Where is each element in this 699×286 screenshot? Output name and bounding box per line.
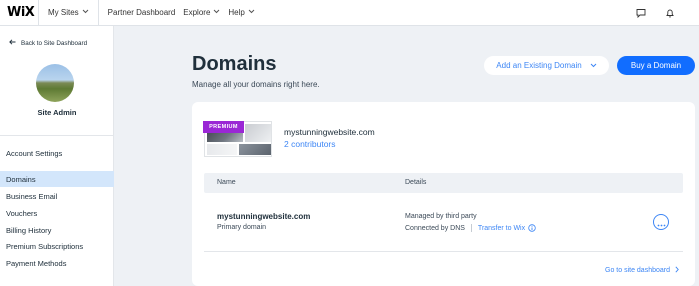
arrow-left-icon [9,39,16,47]
contributors-link[interactable]: 2 contributors [284,139,336,149]
nav-partner-dashboard[interactable]: Partner Dashboard [108,8,176,17]
site-avatar [36,64,74,102]
site-role: Site Admin [37,108,77,117]
top-bar: WiX My Sites Partner Dashboard Explore H… [0,0,699,26]
back-to-dashboard-link[interactable]: Back to Site Dashboard [9,39,87,47]
site-domains-card: PREMIUM mystunningwebsite.com 2 contribu… [192,102,695,286]
domain-managed-status: Managed by third party [405,213,477,220]
nav-explore-label: Explore [183,8,211,17]
sidebar-item-account-settings[interactable]: Account Settings [0,145,114,161]
divider [470,224,472,232]
nav-explore[interactable]: Explore [183,8,220,17]
column-header-details: Details [405,179,427,186]
column-header-name: Name [217,179,236,186]
wix-logo[interactable]: WiX [0,5,38,20]
sidebar-item-domains[interactable]: Domains [0,171,114,187]
sidebar-item-business-email[interactable]: Business Email [0,188,114,204]
nav-help[interactable]: Help [228,8,255,17]
back-label: Back to Site Dashboard [21,39,88,47]
more-actions-button[interactable] [653,214,669,230]
premium-badge: PREMIUM [203,121,244,133]
divider [0,135,114,136]
domain-type: Primary domain [217,224,267,231]
go-to-site-dashboard-label: Go to site dashboard [605,267,670,274]
chevron-down-icon [82,9,89,16]
nav-help-label: Help [228,8,245,17]
add-existing-domain-label: Add an Existing Domain [496,61,582,70]
buy-domain-button[interactable]: Buy a Domain [617,56,695,75]
sidebar-item-vouchers[interactable]: Vouchers [0,205,114,221]
my-sites-label: My Sites [48,8,79,17]
bell-icon[interactable] [665,8,675,18]
page-subtitle: Manage all your domains right here. [192,80,320,89]
table-header: Name Details [204,173,683,193]
transfer-to-wix-link[interactable]: Transfer to Wix [478,225,525,232]
site-name: mystunningwebsite.com [284,127,375,137]
chat-icon[interactable] [636,8,646,18]
sidebar-item-payment-methods[interactable]: Payment Methods [0,255,114,271]
go-to-site-dashboard-link[interactable]: Go to site dashboard [605,266,679,275]
connection-status: Connected by DNS [405,224,465,232]
chevron-down-icon [590,61,597,70]
more-icon [657,215,666,230]
nav-partner-dashboard-label: Partner Dashboard [107,8,176,17]
sidebar-item-premium-subscriptions[interactable]: Premium Subscriptions [0,238,114,254]
info-icon[interactable] [528,224,536,232]
add-existing-domain-button[interactable]: Add an Existing Domain [484,56,609,75]
sidebar: Back to Site Dashboard Site Admin Accoun… [0,26,114,286]
sidebar-item-billing-history[interactable]: Billing History [0,222,114,238]
chevron-down-icon [248,9,255,16]
page-title: Domains [192,53,277,75]
chevron-down-icon [213,9,220,16]
chevron-right-icon [675,266,679,275]
my-sites-dropdown[interactable]: My Sites [39,0,99,26]
divider [204,251,683,252]
domain-name: mystunningwebsite.com [217,212,311,221]
domain-connection: Connected by DNS Transfer to Wix [405,224,536,232]
